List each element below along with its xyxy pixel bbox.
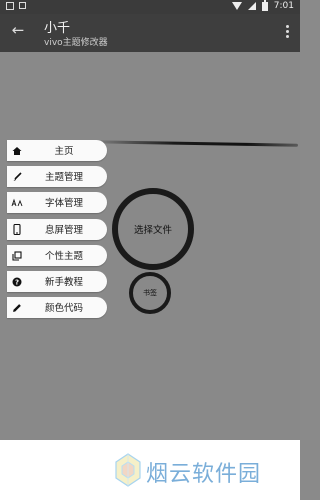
copy-icon [10, 249, 24, 263]
menu-item-color-code[interactable]: 颜色代码 [7, 297, 107, 319]
help-icon: ? [10, 275, 24, 289]
side-menu: 主页 主题管理 字体管理 息屏管理 个性主题 ? 新手教程 颜色代码 [7, 140, 107, 323]
menu-item-label: 主题管理 [44, 172, 83, 184]
signal-icon [247, 2, 256, 10]
arrow-left-icon: ← [11, 21, 25, 39]
menu-item-label: 颜色代码 [44, 303, 83, 315]
menu-item-screen-off-management[interactable]: 息屏管理 [7, 218, 107, 240]
select-file-label: 选择文件 [133, 225, 172, 236]
app-title: 小千 [44, 21, 71, 36]
select-file-button[interactable]: 选择文件 [112, 188, 194, 270]
svg-text:?: ? [15, 279, 19, 287]
more-vert-icon [285, 24, 289, 28]
menu-item-label: 息屏管理 [44, 224, 83, 236]
phone-icon [10, 223, 24, 237]
wifi-icon [231, 2, 242, 10]
bookmark-button[interactable]: 书签 [129, 272, 171, 314]
menu-item-label: 字体管理 [44, 198, 83, 210]
menu-item-tutorial[interactable]: ? 新手教程 [7, 270, 107, 292]
menu-item-label: 新手教程 [44, 276, 83, 288]
menu-item-label: 个性主题 [44, 250, 83, 262]
watermark-text: 烟云软件园 [146, 462, 262, 487]
bookmark-label: 书签 [143, 289, 157, 297]
notification-icon [6, 2, 14, 10]
status-time: 7:01 [273, 1, 294, 11]
menu-item-font-management[interactable]: 字体管理 [7, 192, 107, 214]
menu-item-label: 主页 [54, 146, 74, 157]
pencil-icon [10, 301, 24, 315]
app-subtitle: vivo主题修改器 [44, 38, 108, 48]
notification-icon [19, 2, 26, 9]
app-bar: ← 小千 vivo主题修改器 [0, 14, 300, 52]
battery-icon [261, 0, 268, 11]
status-bar: 7:01 [0, 0, 300, 14]
font-icon [10, 196, 24, 210]
home-icon [10, 144, 24, 158]
menu-item-personal-theme[interactable]: 个性主题 [7, 244, 107, 266]
back-button[interactable]: ← [8, 20, 28, 40]
brush-icon [10, 170, 24, 184]
menu-item-home[interactable]: 主页 [7, 140, 107, 161]
menu-item-theme-management[interactable]: 主题管理 [7, 166, 107, 188]
overflow-menu-button[interactable] [280, 20, 294, 42]
